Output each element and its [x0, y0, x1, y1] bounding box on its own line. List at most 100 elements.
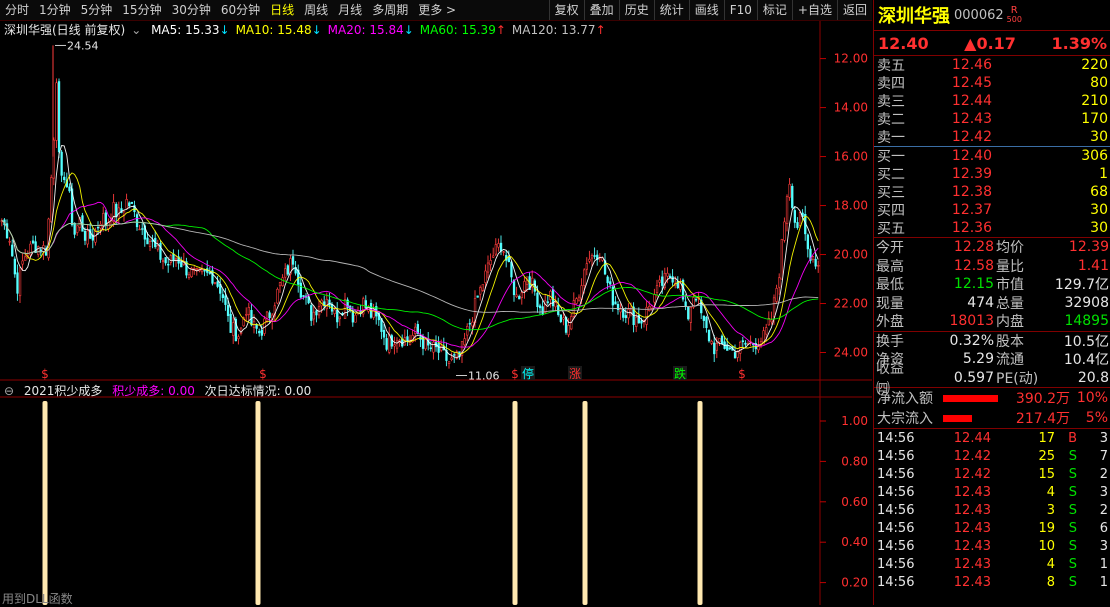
candle-body — [481, 284, 485, 291]
candle-body — [102, 213, 105, 227]
candle-body — [590, 255, 594, 259]
stock-code: 000062 — [954, 7, 1004, 23]
period-tab-4[interactable]: 30分钟 — [167, 0, 216, 20]
ma20-line — [1, 201, 819, 348]
action-button-1[interactable]: 叠加 — [583, 0, 619, 20]
candle-body — [315, 310, 318, 316]
ind-tick-label: 0.60 — [841, 495, 868, 509]
ma5-line — [1, 144, 819, 358]
stat-value: 32908 — [1064, 294, 1109, 311]
period-tab-3[interactable]: 15分钟 — [117, 0, 166, 20]
candle-body — [141, 228, 144, 230]
candle-body — [785, 196, 789, 224]
candle-body — [741, 340, 745, 343]
candle-body — [424, 338, 427, 350]
dll-hint: 用到DLL函数 — [2, 592, 73, 606]
tick-volume: 10 — [1038, 538, 1055, 554]
tick-list: 14:56 12.44 17 B 3 14:56 12.42 25 S 7 14:56 12.42 15… — [874, 429, 1110, 591]
last-price: 12.40 — [878, 33, 929, 53]
period-tab-7[interactable]: 周线 — [299, 0, 333, 20]
stat-value: 474 — [967, 294, 994, 311]
candle-body — [710, 340, 713, 344]
period-tab-5[interactable]: 60分钟 — [216, 0, 265, 20]
candle-body — [619, 308, 622, 313]
ind-tick-label: 0.80 — [841, 454, 868, 468]
kline-chart[interactable]: 24.00 22.00 20.00 18.00 16.00 14.00 12.00 24.5… — [0, 21, 872, 605]
tick-price: 12.43 — [953, 520, 991, 536]
ask-price: 12.45 — [951, 75, 992, 91]
ma-legend-3: MA60: 15.39 — [419, 23, 496, 37]
ma-legend: MA5: 15.33↓ MA10: 15.48↓ MA20: 15.84↓ MA60:… — [151, 23, 612, 37]
candle-body — [73, 222, 76, 235]
candle-body — [523, 281, 526, 291]
action-button-0[interactable]: 复权 — [548, 0, 584, 20]
candle-body — [216, 281, 219, 287]
action-button-8[interactable]: 返回 — [836, 0, 872, 20]
candle-body — [281, 277, 284, 287]
candle-body — [351, 311, 355, 323]
stat-value: 12.15 — [953, 276, 994, 293]
period-tab-2[interactable]: 5分钟 — [76, 0, 118, 20]
period-tab-1[interactable]: 1分钟 — [34, 0, 76, 20]
ask-label: 卖二 — [877, 112, 905, 128]
indicator-name: 2021积少成多 — [23, 384, 103, 398]
flow-value: 390.2万 — [1015, 391, 1070, 407]
flow-pct: 5% — [1085, 410, 1108, 426]
action-button-2[interactable]: 历史 — [618, 0, 654, 20]
candle-body — [130, 201, 134, 204]
tick-volume: 19 — [1038, 520, 1055, 536]
period-tab-6[interactable]: 日线 — [265, 0, 299, 20]
candle-body — [385, 338, 388, 350]
tick-volume: 4 — [1046, 556, 1055, 572]
collapse-icon[interactable]: ⊖ — [4, 384, 14, 398]
tick-time: 14:56 — [877, 430, 915, 446]
candle-body — [671, 276, 674, 283]
candle-body — [429, 347, 433, 349]
signal-bar-4 — [697, 401, 703, 605]
tick-row: 14:56 12.43 4 S 3 — [874, 483, 1110, 501]
period-tab-9[interactable]: 多周期 — [367, 0, 413, 20]
candle-body — [622, 309, 625, 318]
action-button-7[interactable]: +自选 — [791, 0, 837, 20]
period-tab-8[interactable]: 月线 — [333, 0, 367, 20]
candle-body — [57, 81, 61, 153]
stat-value: 0.597 — [953, 369, 994, 386]
bid-price: 12.40 — [951, 148, 992, 164]
candle-body — [614, 301, 617, 305]
candle-body — [96, 226, 100, 229]
tick-direction: S — [1068, 574, 1077, 590]
ma-legend-1: MA10: 15.48 — [235, 23, 312, 37]
action-button-6[interactable]: 标记 — [756, 0, 792, 20]
candle-body — [536, 292, 539, 308]
bid-label: 买五 — [877, 221, 905, 237]
candle-body — [260, 329, 264, 336]
candle-body — [265, 311, 269, 322]
signal-bar-2 — [512, 401, 518, 605]
tick-time: 14:56 — [877, 556, 915, 572]
tick-volume: 25 — [1038, 448, 1055, 464]
action-button-5[interactable]: F10 — [723, 0, 757, 20]
candle-body — [310, 305, 313, 321]
main-legend: 深圳华强(日线 前复权) ⌄ MA5: 15.33↓ MA10: 15.48↓ MA2… — [4, 22, 618, 38]
dropdown-icon[interactable]: ⌄ — [131, 23, 141, 37]
tick-row: 14:56 12.43 4 S 1 — [874, 555, 1110, 573]
period-tab-10[interactable]: 更多 > — [413, 0, 461, 20]
candle-body — [447, 361, 451, 364]
stat-value: 14895 — [1064, 313, 1109, 330]
flow-pct: 10% — [1076, 390, 1108, 406]
candle-body — [333, 309, 336, 314]
stat-row: 现量 474 总量 32908 — [874, 294, 1110, 313]
action-button-3[interactable]: 统计 — [653, 0, 689, 20]
action-button-4[interactable]: 画线 — [688, 0, 724, 20]
stat-label: PE(动) — [996, 370, 1039, 387]
candle-body — [640, 320, 643, 324]
candle-body — [16, 272, 19, 294]
candle-body — [479, 287, 482, 295]
ind-tick-label: 0.40 — [841, 535, 868, 549]
stat-label: 现量 — [876, 295, 904, 312]
candle-body — [299, 282, 303, 298]
flow-row: 大宗流入 217.4万 5% — [874, 408, 1110, 428]
candle-body — [728, 347, 732, 350]
stats-block-2: 换手 0.32% 股本 10.5亿 净资 5.29 流通 10.4亿 收益㈣ 0.597 PE(动)… — [874, 332, 1110, 397]
period-tab-0[interactable]: 分时 — [0, 0, 34, 20]
